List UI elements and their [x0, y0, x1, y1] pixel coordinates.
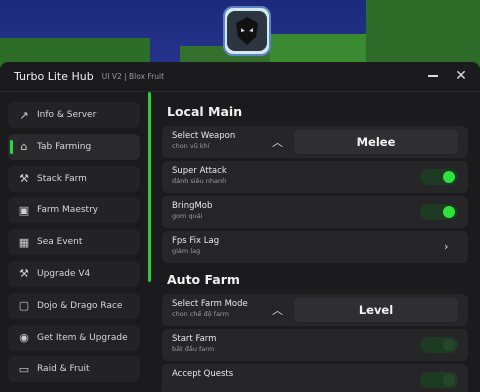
sidebar-item-tab-farming[interactable]: ⌂ Tab Farming: [8, 133, 140, 160]
sidebar-item-label: Upgrade V4: [37, 268, 91, 279]
sidebar-item-label: Farm Maestry: [37, 205, 99, 216]
start-farm-row: Start Farm bắt đầu farm: [162, 329, 468, 361]
selected-weapon-value[interactable]: Melee: [294, 130, 458, 154]
close-button[interactable]: ✕: [451, 66, 471, 86]
chart-line-icon: ↗: [19, 108, 29, 122]
selected-farm-mode-value[interactable]: Level: [294, 298, 458, 322]
row-description: giảm lag: [172, 247, 201, 255]
section-title-auto-farm: Auto Farm: [167, 272, 240, 287]
chevron-right-icon: ›: [444, 240, 449, 253]
sidebar-item-farm-maestry[interactable]: ▣ Farm Maestry: [8, 197, 140, 224]
sidebar-item-label: Sea Event: [37, 237, 83, 248]
app-title: Turbo Lite Hub: [14, 69, 94, 83]
bring-mob-row: BringMob gom quái: [162, 196, 468, 228]
minimize-button[interactable]: [423, 66, 443, 86]
sidebar-item-label: Stack Farm: [37, 173, 87, 184]
sidebar-item-dojo-drago-race[interactable]: ▢ Dojo & Drago Race: [8, 292, 140, 319]
sidebar-item-label: Tab Farming: [37, 141, 92, 152]
toggle-knob: [443, 374, 455, 386]
sidebar-scrollbar[interactable]: [148, 92, 151, 282]
sidebar-item-upgrade-v4[interactable]: ⚒ Upgrade V4: [8, 260, 140, 287]
select-farm-mode-dropdown[interactable]: Select Farm Mode chon chế độ farm ︿ Leve…: [162, 294, 468, 326]
toggle-knob: [443, 206, 455, 218]
row-label: Fps Fix Lag: [172, 236, 220, 246]
main-content: Local Main Select Weapon chon vũ khí ︿ M…: [162, 92, 468, 392]
robot-icon: ◉: [19, 331, 29, 345]
sidebar-item-label: Dojo & Drago Race: [37, 300, 123, 311]
fps-fix-lag-button[interactable]: Fps Fix Lag giảm lag ›: [162, 231, 468, 263]
sidebar-item-label: Raid & Fruit: [37, 364, 90, 375]
hammer-icon: ⚒: [19, 172, 29, 186]
sidebar-item-get-item-upgrade[interactable]: ◉ Get Item & Upgrade: [8, 324, 140, 351]
sidebar-item-label: Info & Server: [37, 110, 97, 120]
home-icon: ⌂: [20, 140, 28, 154]
super-attack-row: Super Attack đánh siêu nhanh: [162, 161, 468, 193]
box-icon: ▣: [18, 203, 30, 217]
sidebar-item-info-server[interactable]: ↗ Info & Server: [8, 102, 140, 128]
start-farm-toggle[interactable]: [420, 337, 458, 353]
title-bar[interactable]: Turbo Lite Hub UI V2 | Blox Fruit ✕: [0, 62, 480, 90]
minimize-icon: [428, 75, 438, 77]
close-icon: ✕: [455, 68, 467, 84]
hub-logo-avatar[interactable]: [223, 6, 271, 56]
bag-icon: ▢: [18, 299, 30, 313]
bring-mob-toggle[interactable]: [420, 204, 458, 220]
accept-quests-toggle[interactable]: [420, 372, 458, 388]
calendar-icon: ▦: [18, 235, 30, 249]
select-weapon-dropdown[interactable]: Select Weapon chon vũ khí ︿ Melee: [162, 126, 468, 158]
chevron-up-icon[interactable]: ︿: [272, 134, 283, 150]
section-title-local-main: Local Main: [167, 104, 243, 119]
sidebar-item-raid-fruit[interactable]: ▭ Raid & Fruit: [8, 356, 140, 383]
terrain-block: [366, 0, 480, 68]
accept-quests-row: Accept Quests: [162, 364, 468, 392]
super-attack-toggle[interactable]: [420, 169, 458, 185]
sidebar: ↗ Info & Server ⌂ Tab Farming ⚒ Stack Fa…: [8, 102, 140, 388]
sidebar-item-label: Get Item & Upgrade: [37, 332, 128, 343]
pickaxe-icon: ⚒: [19, 267, 29, 281]
chevron-up-icon[interactable]: ︿: [272, 302, 283, 318]
toggle-knob: [443, 339, 455, 351]
car-icon: ▭: [18, 362, 30, 376]
toggle-knob: [443, 171, 455, 183]
logo-icon: [227, 11, 267, 51]
sidebar-item-sea-event[interactable]: ▦ Sea Event: [8, 229, 140, 256]
sidebar-item-stack-farm[interactable]: ⚒ Stack Farm: [8, 165, 140, 192]
hub-window: Turbo Lite Hub UI V2 | Blox Fruit ✕ ↗ In…: [0, 62, 480, 392]
app-subtitle: UI V2 | Blox Fruit: [101, 71, 165, 81]
active-indicator: [10, 139, 13, 154]
